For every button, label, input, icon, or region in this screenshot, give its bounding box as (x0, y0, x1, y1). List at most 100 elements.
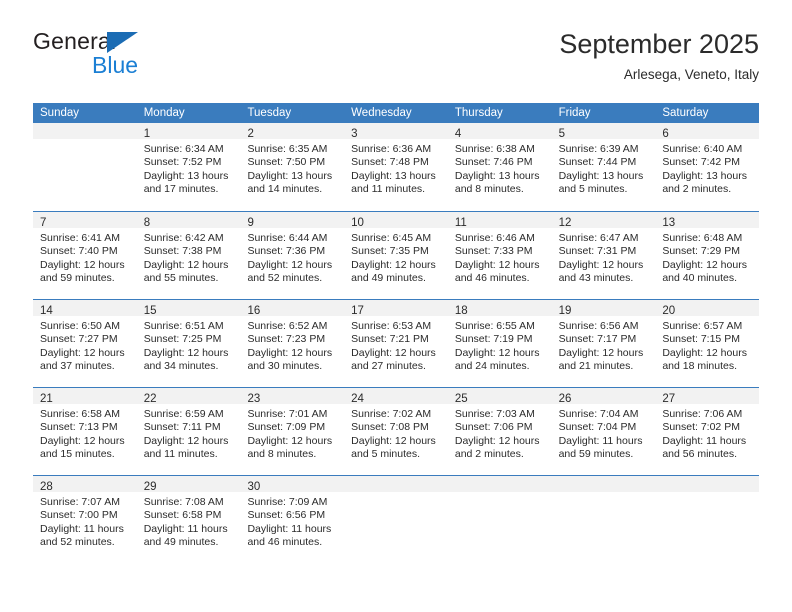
sunrise-text: Sunrise: 6:59 AM (143, 408, 224, 420)
sunset-text: Sunset: 7:06 PM (454, 421, 533, 434)
day-cell-18[interactable]: 18 Sunrise: 6:55 AM Sunset: 7:19 PM Dayligh… (447, 300, 552, 387)
day-cell-5[interactable]: 5 Sunrise: 6:39 AM Sunset: 7:44 PM Daylight… (551, 123, 656, 211)
day-cell-7[interactable]: 7 Sunrise: 6:41 AM Sunset: 7:40 PM Daylight… (33, 212, 137, 299)
day-cell-21[interactable]: 21 Sunrise: 6:58 AM Sunset: 7:13 PM Dayligh… (33, 388, 137, 475)
day-cell-16[interactable]: 16 Sunrise: 6:52 AM Sunset: 7:23 PM Dayligh… (240, 300, 345, 387)
day-cell-12[interactable]: 12 Sunrise: 6:47 AM Sunset: 7:31 PM Dayligh… (551, 212, 656, 299)
daylight-text-line1: Daylight: 12 hours (558, 258, 644, 271)
sunset-text: Sunset: 7:36 PM (247, 245, 326, 258)
calendar-page: General Blue September 2025 Arlesega, Ve… (0, 0, 792, 612)
sunrise-text: Sunrise: 6:56 AM (558, 320, 639, 332)
sunrise-text: Sunrise: 6:48 AM (662, 232, 743, 244)
sunset-text: Sunset: 7:46 PM (454, 156, 533, 169)
daylight-text-line1: Daylight: 12 hours (351, 346, 436, 359)
day-cell-13[interactable]: 13 Sunrise: 6:48 AM Sunset: 7:29 PM Dayligh… (655, 212, 760, 299)
day-details: Sunrise: 6:38 AM Sunset: 7:46 PM Daylight:… (448, 139, 552, 197)
daylight-text-line2: and 18 minutes. (662, 360, 738, 373)
daylight-text-line2: and 11 minutes. (143, 448, 218, 461)
sunset-text: Sunset: 7:13 PM (40, 421, 118, 434)
day-cell-30[interactable]: 30 Sunrise: 7:09 AM Sunset: 6:56 PM Dayligh… (240, 476, 345, 563)
day-cell-11[interactable]: 11 Sunrise: 6:46 AM Sunset: 7:33 PM Dayligh… (447, 212, 552, 299)
day-cell-6[interactable]: 6 Sunrise: 6:40 AM Sunset: 7:42 PM Daylight… (655, 123, 760, 211)
date-number: 1 (143, 128, 151, 140)
day-details: Sunrise: 6:36 AM Sunset: 7:48 PM Daylight:… (344, 139, 448, 197)
page-title: September 2025 (559, 29, 759, 59)
daylight-text-line2: and 52 minutes. (247, 272, 323, 285)
sunset-text: Sunset: 7:23 PM (247, 333, 326, 346)
daylight-text-line1: Daylight: 12 hours (454, 346, 540, 359)
daylight-text-line2: and 43 minutes. (558, 272, 634, 285)
day-cell-4[interactable]: 4 Sunrise: 6:38 AM Sunset: 7:46 PM Daylight… (447, 123, 552, 211)
sunrise-text: Sunrise: 6:53 AM (351, 320, 432, 332)
daylight-text-line2: and 30 minutes. (247, 360, 323, 373)
day-cell-10[interactable]: 10 Sunrise: 6:45 AM Sunset: 7:35 PM Dayligh… (344, 212, 448, 299)
sunset-text: Sunset: 7:15 PM (662, 333, 740, 346)
page-header: General Blue September 2025 Arlesega, Ve… (33, 28, 759, 94)
day-cell-25[interactable]: 25 Sunrise: 7:03 AM Sunset: 7:06 PM Dayligh… (447, 388, 552, 475)
date-number: 3 (351, 128, 358, 140)
sunset-text: Sunset: 7:31 PM (558, 245, 637, 258)
date-number: 13 (662, 217, 676, 229)
week-row: 1 Sunrise: 6:34 AM Sunset: 7:52 PM Daylight… (33, 123, 760, 211)
sunset-text: Sunset: 7:35 PM (351, 245, 429, 258)
daylight-text-line2: and 40 minutes. (662, 272, 738, 285)
day-details: Sunrise: 6:48 AM Sunset: 7:29 PM Daylight:… (655, 228, 759, 286)
weekday-header-row: Sunday Monday Tuesday Wednesday Thursday Frid… (33, 103, 759, 123)
daylight-text-line2: and 24 minutes. (454, 360, 530, 373)
calendar-grid: Sunday Monday Tuesday Wednesday Thursday Frid… (33, 103, 760, 563)
date-number: 7 (40, 217, 47, 229)
sunrise-text: Sunrise: 6:47 AM (558, 232, 639, 244)
day-cell-14[interactable]: 14 Sunrise: 6:50 AM Sunset: 7:27 PM Dayligh… (33, 300, 137, 387)
general-blue-logo[interactable]: General Blue (33, 28, 253, 88)
day-cell-29[interactable]: 29 Sunrise: 7:08 AM Sunset: 6:58 PM Dayligh… (136, 476, 241, 563)
day-cell-26[interactable]: 26 Sunrise: 7:04 AM Sunset: 7:04 PM Dayligh… (551, 388, 656, 475)
day-cell-2[interactable]: 2 Sunrise: 6:35 AM Sunset: 7:50 PM Daylight… (240, 123, 345, 211)
sunrise-text: Sunrise: 6:41 AM (40, 232, 120, 244)
week-row: 14 Sunrise: 6:50 AM Sunset: 7:27 PM Dayligh… (33, 299, 760, 387)
day-cell-19[interactable]: 19 Sunrise: 6:56 AM Sunset: 7:17 PM Dayligh… (551, 300, 656, 387)
day-cell-17[interactable]: 17 Sunrise: 6:53 AM Sunset: 7:21 PM Dayligh… (344, 300, 448, 387)
day-cell-22[interactable]: 22 Sunrise: 6:59 AM Sunset: 7:11 PM Dayligh… (136, 388, 241, 475)
date-number: 6 (662, 128, 669, 140)
daylight-text-line2: and 46 minutes. (454, 272, 530, 285)
day-details: Sunrise: 7:03 AM Sunset: 7:06 PM Daylight:… (448, 404, 552, 462)
date-strip: 7 (33, 212, 137, 229)
sunset-text: Sunset: 7:21 PM (351, 333, 429, 346)
sunrise-text: Sunrise: 6:44 AM (247, 232, 328, 244)
day-cell-15[interactable]: 15 Sunrise: 6:51 AM Sunset: 7:25 PM Dayligh… (136, 300, 241, 387)
date-number: 22 (143, 393, 157, 405)
sunrise-text: Sunrise: 6:55 AM (454, 320, 535, 332)
daylight-text-line2: and 56 minutes. (662, 448, 738, 461)
day-cell-3[interactable]: 3 Sunrise: 6:36 AM Sunset: 7:48 PM Daylight… (344, 123, 448, 211)
sunrise-text: Sunrise: 7:06 AM (662, 408, 743, 420)
day-cell-27[interactable]: 27 Sunrise: 7:06 AM Sunset: 7:02 PM Dayligh… (655, 388, 760, 475)
day-cell-8[interactable]: 8 Sunrise: 6:42 AM Sunset: 7:38 PM Daylight… (136, 212, 241, 299)
date-number: 16 (247, 305, 261, 317)
daylight-text-line2: and 27 minutes. (351, 360, 426, 373)
day-cell-9[interactable]: 9 Sunrise: 6:44 AM Sunset: 7:36 PM Daylight… (240, 212, 345, 299)
day-details: Sunrise: 6:59 AM Sunset: 7:11 PM Daylight:… (137, 404, 241, 462)
day-details: Sunrise: 6:35 AM Sunset: 7:50 PM Daylight:… (240, 139, 344, 197)
day-details: Sunrise: 6:44 AM Sunset: 7:36 PM Daylight:… (240, 228, 344, 286)
sunrise-text: Sunrise: 6:42 AM (143, 232, 224, 244)
sunrise-text: Sunrise: 6:46 AM (454, 232, 535, 244)
day-details (344, 492, 448, 496)
daylight-text-line2: and 8 minutes. (247, 448, 317, 461)
daylight-text-line2: and 5 minutes. (351, 448, 421, 461)
date-strip: 25 (447, 388, 552, 405)
date-strip (551, 476, 656, 492)
day-cell-1[interactable]: 1 Sunrise: 6:34 AM Sunset: 7:52 PM Daylight… (136, 123, 241, 211)
day-cell-23[interactable]: 23 Sunrise: 7:01 AM Sunset: 7:09 PM Dayligh… (240, 388, 345, 475)
sunset-text: Sunset: 7:17 PM (558, 333, 637, 346)
date-strip: 17 (344, 300, 448, 317)
sunset-text: Sunset: 7:38 PM (143, 245, 222, 258)
sunrise-text: Sunrise: 7:04 AM (558, 408, 639, 420)
day-cell-24[interactable]: 24 Sunrise: 7:02 AM Sunset: 7:08 PM Dayligh… (344, 388, 448, 475)
daylight-text-line1: Daylight: 13 hours (351, 169, 436, 182)
date-strip: 1 (136, 123, 241, 140)
sunset-text: Sunset: 7:00 PM (40, 509, 118, 522)
day-cell-28[interactable]: 28 Sunrise: 7:07 AM Sunset: 7:00 PM Dayligh… (33, 476, 137, 563)
date-strip: 29 (136, 476, 241, 493)
day-cell-20[interactable]: 20 Sunrise: 6:57 AM Sunset: 7:15 PM Dayligh… (655, 300, 760, 387)
sunrise-text: Sunrise: 6:40 AM (662, 143, 743, 155)
